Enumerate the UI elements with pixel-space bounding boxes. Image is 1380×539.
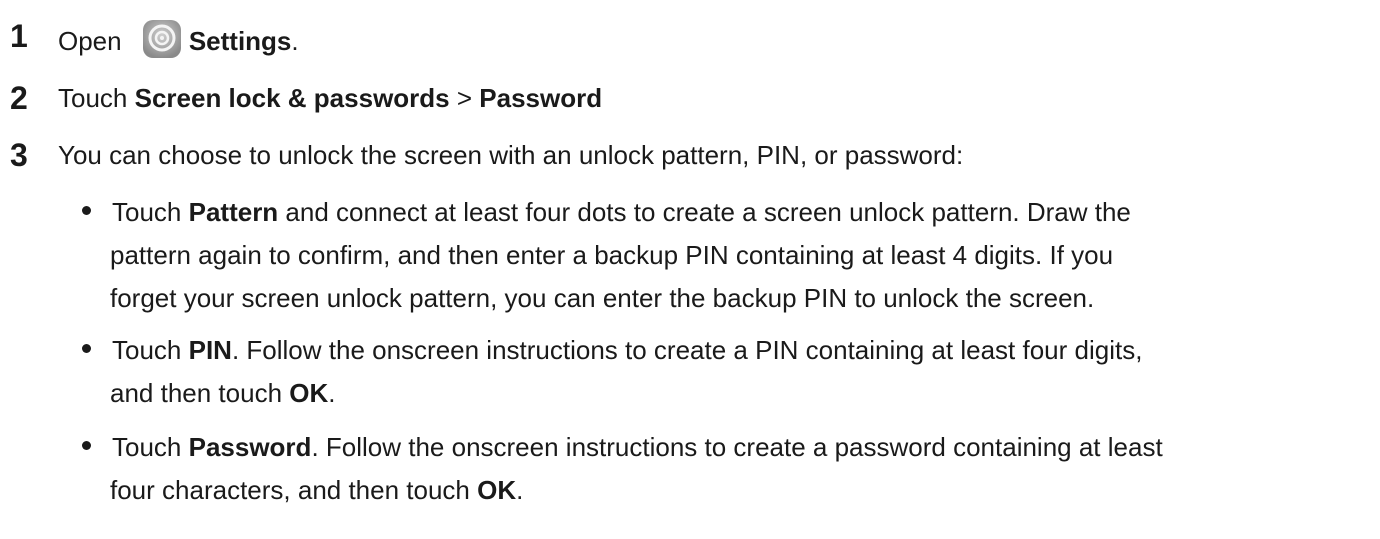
bullet-line2-pre: four characters, and then touch	[110, 475, 478, 505]
step-text-post: .	[291, 26, 299, 56]
bullet-dot-icon	[82, 441, 91, 450]
bullet-pin: Touch PIN. Follow the onscreen instructi…	[82, 329, 1372, 415]
bullet-password: Touch Password. Follow the onscreen inst…	[82, 426, 1372, 512]
step-number: 1	[10, 18, 28, 54]
step-number: 3	[10, 137, 28, 173]
bullet-pre: Touch	[112, 432, 189, 462]
bullet-line-2: pattern again to confirm, and then enter…	[110, 240, 1114, 270]
bullet-line-1: Touch PIN. Follow the onscreen instructi…	[112, 329, 1372, 372]
step-text-pre: Touch	[58, 83, 135, 113]
bullet-text: Touch Password. Follow the onscreen inst…	[110, 426, 1372, 512]
bullet-line2-post: .	[516, 475, 524, 505]
bullet-text: Touch Pattern and connect at least four …	[110, 191, 1372, 320]
bullet-bold: Password	[188, 432, 312, 462]
step-text: Open Settings.	[58, 18, 299, 60]
bullet-post: and connect at least four dots to create…	[278, 197, 1131, 227]
bullet-line2-pre: and then touch	[110, 378, 290, 408]
bullet-line-1: Touch Pattern and connect at least four …	[112, 191, 1372, 234]
step-text: You can choose to unlock the screen with…	[58, 140, 964, 170]
step-text-bold-2: Password	[479, 83, 603, 113]
instructions-page: 1 Open Settings. 2 Touch Screen lock & p…	[0, 0, 1380, 539]
bullet-line-1: Touch Password. Follow the onscreen inst…	[112, 426, 1372, 469]
bullet-bold: Pattern	[188, 197, 279, 227]
bullet-post: . Follow the onscreen instructions to cr…	[231, 335, 1143, 365]
bullet-line-3: forget your screen unlock pattern, you c…	[110, 283, 1095, 313]
settings-icon	[141, 18, 183, 60]
bullet-pre: Touch	[112, 197, 189, 227]
bullet-text: Touch PIN. Follow the onscreen instructi…	[110, 329, 1372, 415]
step-text: Touch Screen lock & passwords > Password	[58, 80, 602, 116]
bullet-line-2: and then touch OK.	[110, 372, 1372, 415]
bullet-pattern: Touch Pattern and connect at least four …	[82, 191, 1372, 320]
bullet-bold: PIN	[188, 335, 232, 365]
bullet-pre: Touch	[112, 335, 189, 365]
step-text-pre: Open	[58, 26, 129, 56]
bullet-line2-bold: OK	[477, 475, 517, 505]
step-text-bold-1: Screen lock & passwords	[134, 83, 450, 113]
step-number: 2	[10, 80, 28, 116]
bullet-post: . Follow the onscreen instructions to cr…	[311, 432, 1163, 462]
step-text-bold: Settings	[188, 26, 292, 56]
bullet-line2-post: .	[328, 378, 336, 408]
bullet-line-2: four characters, and then touch OK.	[110, 469, 1372, 512]
step-text-separator: >	[449, 83, 480, 113]
bullet-line2-bold: OK	[289, 378, 329, 408]
bullet-dot-icon	[82, 206, 91, 215]
bullet-dot-icon	[82, 344, 91, 353]
